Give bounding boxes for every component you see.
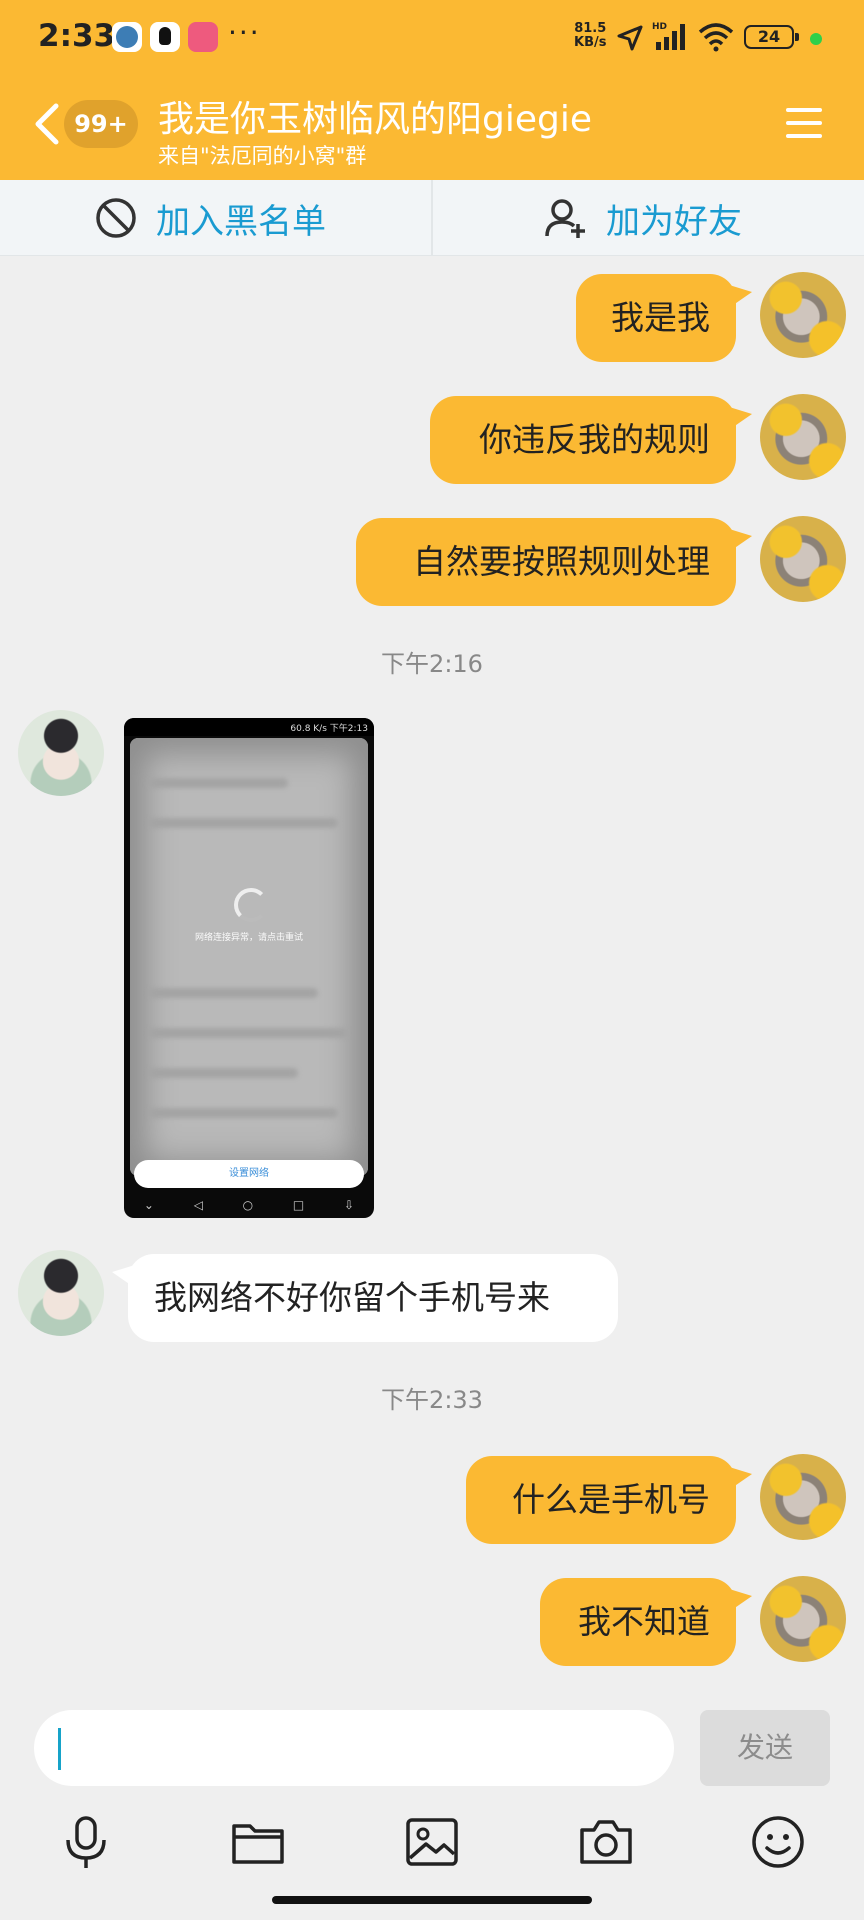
unread-badge[interactable]: 99+ [64, 100, 138, 148]
message-bubble[interactable]: 你违反我的规则 [430, 396, 752, 484]
message-bubble[interactable]: 我网络不好你留个手机号来 [112, 1254, 618, 1342]
menu-icon[interactable] [786, 108, 822, 140]
chat-header: 2:33 ··· 81.5 KB/s HD 24 99+ 我是你玉树临风的阳gi… [0, 0, 864, 180]
timestamp: 下午2:33 [381, 1386, 483, 1414]
microphone-icon[interactable] [58, 1814, 114, 1870]
avatar[interactable] [18, 710, 104, 796]
telegram-icon [112, 22, 142, 52]
net-speed-value: 81.5 [574, 21, 607, 36]
divider [431, 180, 433, 256]
page-title: 我是你玉树临风的阳giegie [158, 99, 593, 140]
composer-toolbar [0, 1800, 864, 1890]
avatar[interactable] [760, 394, 846, 480]
status-time: 2:33 [38, 18, 116, 54]
home-indicator[interactable] [272, 1896, 592, 1904]
blurred-screenshot: 网络连接异常，请点击重试 [130, 738, 368, 1176]
message-bubble[interactable]: 什么是手机号 [466, 1456, 752, 1544]
back-arrow-icon[interactable] [30, 100, 64, 148]
message-bubble[interactable]: 我是我 [576, 274, 752, 362]
image-status-time: 下午2:13 [329, 724, 368, 734]
timestamp: 下午2:16 [381, 650, 483, 678]
image-status-bar: 60.8 K/s 下午2:13 [124, 718, 374, 736]
action-bar: 加入黑名单 加为好友 [0, 180, 864, 256]
message-bubble[interactable]: 自然要按照规则处理 [356, 518, 752, 606]
avatar[interactable] [760, 1454, 846, 1540]
text-caret [58, 1728, 61, 1770]
message-bubble[interactable]: 我不知道 [540, 1578, 752, 1666]
message-input[interactable] [34, 1710, 674, 1786]
avatar[interactable] [760, 272, 846, 358]
svg-text:HD: HD [652, 22, 667, 32]
page-subtitle: 来自"法厄同的小窝"群 [158, 144, 367, 168]
more-dots-icon: ··· [228, 16, 261, 49]
avatar[interactable] [760, 1576, 846, 1662]
folder-icon[interactable] [230, 1814, 286, 1870]
net-speed: 81.5 KB/s [574, 22, 606, 50]
camera-icon[interactable] [578, 1814, 634, 1870]
blacklist-button[interactable]: 加入黑名单 [94, 180, 326, 256]
image-nav-bar: ⌄ ◁ ○ □ ⇩ [124, 1192, 374, 1218]
emoji-icon[interactable] [750, 1814, 806, 1870]
location-arrow-icon [617, 25, 643, 51]
add-user-icon [545, 199, 585, 238]
add-friend-label: 加为好友 [606, 201, 742, 242]
nav-home-icon: ○ [242, 1198, 254, 1212]
bilibili-icon [188, 22, 218, 52]
qq-icon [150, 22, 180, 52]
privacy-dot [810, 33, 822, 45]
avatar[interactable] [18, 1250, 104, 1336]
download-icon: ⇩ [344, 1198, 355, 1212]
nav-recents-icon: □ [292, 1198, 305, 1212]
add-friend-button[interactable]: 加为好友 [544, 180, 742, 256]
image-icon[interactable] [404, 1814, 460, 1870]
network-settings-button: 设置网络 [134, 1160, 364, 1188]
avatar[interactable] [760, 516, 846, 602]
send-button[interactable]: 发送 [700, 1710, 830, 1786]
status-bar: 2:33 ··· 81.5 KB/s HD 24 [0, 0, 864, 78]
blacklist-label: 加入黑名单 [156, 201, 326, 242]
wifi-icon [698, 23, 734, 52]
battery-icon: 24 [744, 25, 799, 49]
signal-icon: HD [652, 22, 685, 50]
image-status-speed: 60.8 K/s [290, 724, 327, 734]
nav-back-icon: ◁ [193, 1198, 203, 1212]
loading-spinner-icon [234, 888, 268, 922]
block-icon [96, 198, 136, 238]
chevron-down-icon: ⌄ [143, 1198, 154, 1212]
network-error-text: 网络连接异常，请点击重试 [194, 933, 303, 943]
image-message[interactable]: 60.8 K/s 下午2:13 网络连接异常，请点击重试 设置网络 ⌄ ◁ ○ … [124, 718, 374, 1218]
net-speed-unit: KB/s [574, 35, 607, 50]
